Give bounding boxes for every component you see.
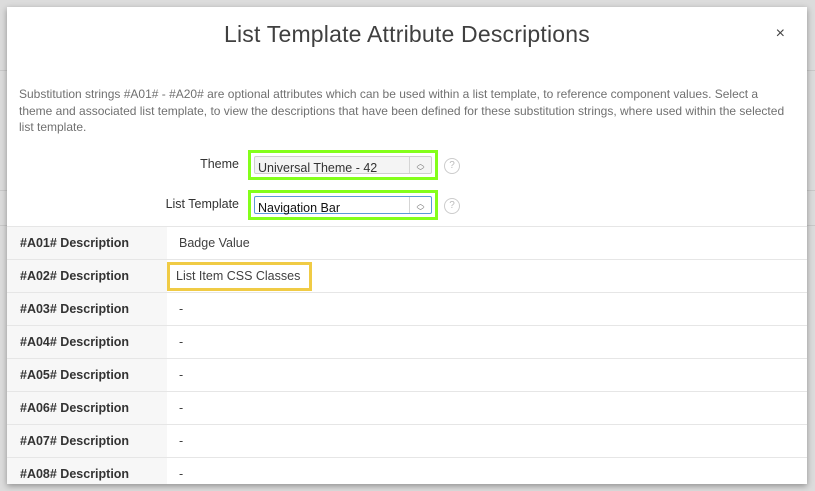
theme-highlight: Universal Theme - 42 ︿ ﹀: [248, 150, 438, 180]
row-value: -: [167, 391, 807, 425]
table-row: #A08# Description -: [7, 457, 807, 484]
list-template-select[interactable]: Navigation Bar ︿ ﹀: [254, 196, 432, 216]
row-value: -: [167, 424, 807, 458]
row-key: #A01# Description: [7, 226, 167, 260]
dialog-description: Substitution strings #A01# - #A20# are o…: [19, 87, 785, 134]
chevron-up-down-icon: ︿ ﹀: [409, 157, 431, 176]
theme-select-value: Universal Theme - 42: [258, 161, 378, 175]
theme-label: Theme: [200, 157, 239, 171]
table-row: #A01# Description Badge Value: [7, 226, 807, 260]
list-template-highlight: Navigation Bar ︿ ﹀: [248, 190, 438, 220]
row-key: #A08# Description: [7, 457, 167, 484]
row-value: -: [167, 292, 807, 326]
row-key: #A05# Description: [7, 358, 167, 392]
row-key: #A02# Description: [7, 259, 167, 293]
row-value: Badge Value: [167, 226, 807, 260]
table-row: #A03# Description -: [7, 292, 807, 326]
theme-select[interactable]: Universal Theme - 42 ︿ ﹀: [254, 156, 432, 176]
row-value-cell: List Item CSS Classes: [167, 259, 807, 293]
table-row: #A05# Description -: [7, 358, 807, 392]
row-key: #A03# Description: [7, 292, 167, 326]
row-key: #A07# Description: [7, 424, 167, 458]
row-key: #A06# Description: [7, 391, 167, 425]
list-template-field-row: List Template Navigation Bar ︿ ﹀ ?: [7, 190, 807, 220]
table-row: #A04# Description -: [7, 325, 807, 359]
row-value: -: [167, 325, 807, 359]
theme-field-row: Theme Universal Theme - 42 ︿ ﹀ ?: [7, 150, 807, 180]
list-template-select-value: Navigation Bar: [258, 201, 340, 215]
row-value: -: [167, 457, 807, 484]
table-row: #A02# Description List Item CSS Classes: [7, 259, 807, 293]
help-icon[interactable]: ?: [444, 158, 460, 174]
row-key: #A04# Description: [7, 325, 167, 359]
row-value-highlight: List Item CSS Classes: [167, 261, 313, 291]
table-row: #A07# Description -: [7, 424, 807, 458]
list-template-label: List Template: [165, 197, 239, 211]
table-row: #A06# Description -: [7, 391, 807, 425]
list-template-attribute-dialog: List Template Attribute Descriptions × S…: [7, 7, 807, 484]
close-icon[interactable]: ×: [776, 25, 785, 43]
help-icon[interactable]: ?: [444, 198, 460, 214]
row-value: -: [167, 358, 807, 392]
dialog-title: List Template Attribute Descriptions: [223, 21, 590, 47]
descriptions-table: #A01# Description Badge Value #A02# Descr…: [7, 226, 807, 484]
chevron-up-down-icon: ︿ ﹀: [409, 197, 431, 216]
